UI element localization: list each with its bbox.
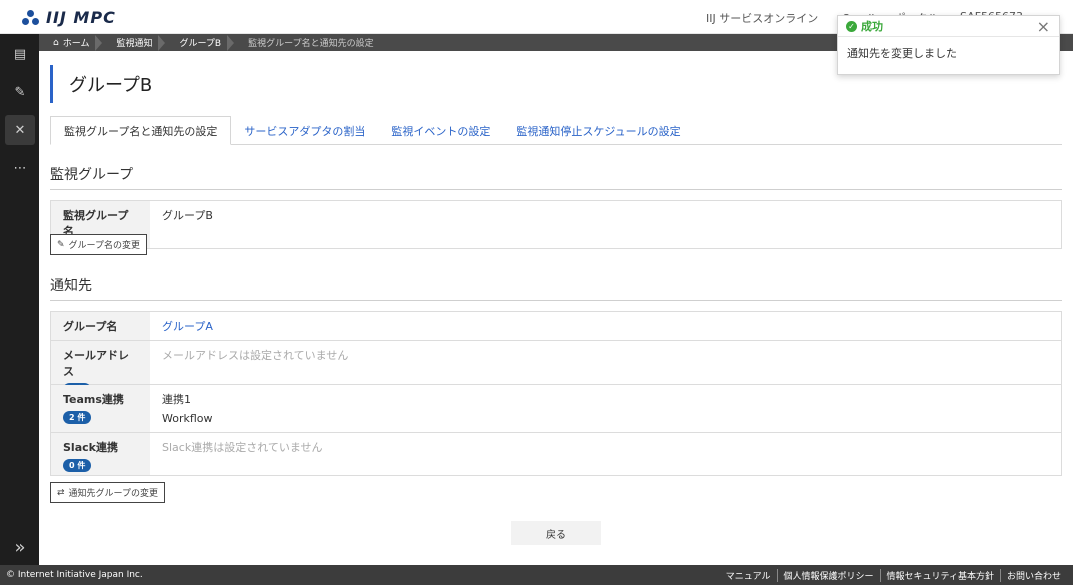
sidebar-tools-button[interactable]: ✕ bbox=[5, 115, 35, 145]
row-label: Slack連携 0 件 bbox=[51, 433, 150, 475]
logo-icon bbox=[22, 9, 40, 26]
teams-item: 連携1 bbox=[162, 393, 191, 406]
row-value: メールアドレスは設定されていません bbox=[162, 349, 349, 362]
back-button[interactable]: 戻る bbox=[511, 521, 601, 545]
row-label: メールアドレス 0 件 bbox=[51, 341, 150, 396]
tab-group-name-notify[interactable]: 監視グループ名と通知先の設定 bbox=[50, 116, 232, 145]
sidebar-more-button[interactable]: ⋯ bbox=[5, 153, 35, 183]
success-toast: ✓ 成功 × 通知先を変更しました bbox=[837, 15, 1060, 75]
count-badge: 0 件 bbox=[63, 459, 92, 472]
row-value: Slack連携は設定されていません bbox=[162, 441, 323, 454]
row-value: グループB bbox=[162, 209, 213, 222]
edit-icon: ✎ bbox=[14, 84, 26, 100]
server-icon: ▤ bbox=[13, 46, 27, 62]
copyright: © Internet Initiative Japan Inc. bbox=[6, 570, 143, 580]
service-online-link[interactable]: IIJ サービスオンライン bbox=[706, 10, 818, 26]
section-notify: 通知先 bbox=[50, 275, 1062, 301]
toast-title: 成功 bbox=[861, 20, 883, 33]
page-title: グループB bbox=[50, 65, 152, 103]
footer: © Internet Initiative Japan Inc. マニュアル 個… bbox=[0, 565, 1073, 585]
expand-icon: » bbox=[14, 536, 26, 558]
breadcrumb-separator bbox=[227, 34, 235, 51]
logo[interactable]: IIJ MPC bbox=[22, 8, 116, 27]
sidebar: ▤ ✎ ✕ ⋯ » bbox=[0, 34, 39, 565]
home-icon: ⌂ bbox=[53, 37, 59, 48]
footer-link-security[interactable]: 情報セキュリティ基本方針 bbox=[879, 568, 1000, 582]
swap-icon: ⇄ bbox=[57, 487, 65, 498]
footer-links: マニュアル 個人情報保護ポリシー 情報セキュリティ基本方針 お問い合わせ bbox=[720, 568, 1073, 582]
row-value: 連携1 Workflow bbox=[150, 385, 1061, 432]
teams-item: Workflow bbox=[162, 412, 213, 425]
footer-link-privacy[interactable]: 個人情報保護ポリシー bbox=[776, 568, 880, 582]
change-notify-group-button[interactable]: ⇄ 通知先グループの変更 bbox=[50, 482, 166, 503]
breadcrumb-separator bbox=[95, 34, 103, 51]
breadcrumb-group[interactable]: グループB bbox=[165, 34, 227, 51]
rename-group-button[interactable]: ✎ グループ名の変更 bbox=[50, 234, 148, 255]
footer-link-contact[interactable]: お問い合わせ bbox=[999, 568, 1067, 582]
row-label: Teams連携 2 件 bbox=[51, 385, 150, 432]
tab-bar: 監視グループ名と通知先の設定 サービスアダプタの割当 監視イベントの設定 監視通… bbox=[50, 116, 1062, 145]
sidebar-server-button[interactable]: ▤ bbox=[5, 39, 35, 69]
table-row: グループ名 グループA bbox=[51, 312, 1061, 341]
monitor-group-table: 監視グループ名 グループB bbox=[50, 200, 1062, 249]
notify-table: グループ名 グループA メールアドレス 0 件 メールアドレスは設定されていませ… bbox=[50, 311, 1062, 476]
table-row: Teams連携 2 件 連携1 Workflow bbox=[51, 385, 1061, 433]
count-badge: 2 件 bbox=[63, 411, 92, 424]
table-row: 監視グループ名 グループB bbox=[51, 201, 1061, 248]
edit-icon: ✎ bbox=[57, 239, 65, 250]
tab-stop-schedule[interactable]: 監視通知停止スケジュールの設定 bbox=[503, 116, 693, 145]
tools-icon: ✕ bbox=[14, 122, 26, 138]
logo-text: IIJ MPC bbox=[46, 8, 116, 27]
breadcrumb-monitor-notify[interactable]: 監視通知 bbox=[102, 34, 158, 51]
tab-service-adapter[interactable]: サービスアダプタの割当 bbox=[231, 116, 378, 145]
breadcrumb-current: 監視グループ名と通知先の設定 bbox=[248, 39, 374, 49]
notify-group-link[interactable]: グループA bbox=[150, 312, 1061, 340]
more-icon: ⋯ bbox=[13, 160, 27, 176]
toast-header: ✓ 成功 bbox=[838, 16, 1059, 37]
sidebar-edit-button[interactable]: ✎ bbox=[5, 77, 35, 107]
section-monitor-group: 監視グループ bbox=[50, 164, 1062, 190]
breadcrumb-home[interactable]: ⌂ ホーム bbox=[39, 34, 95, 51]
tab-monitor-event[interactable]: 監視イベントの設定 bbox=[378, 116, 503, 145]
close-icon[interactable]: × bbox=[1037, 17, 1050, 36]
row-label: グループ名 bbox=[51, 312, 150, 340]
check-circle-icon: ✓ bbox=[846, 20, 857, 32]
main-content: グループB 監視グループ名と通知先の設定 サービスアダプタの割当 監視イベントの… bbox=[39, 51, 1073, 565]
toast-message: 通知先を変更しました bbox=[847, 47, 957, 60]
footer-link-manual[interactable]: マニュアル bbox=[720, 569, 777, 582]
breadcrumb-separator bbox=[158, 34, 166, 51]
table-row: Slack連携 0 件 Slack連携は設定されていません bbox=[51, 433, 1061, 475]
sidebar-expand-button[interactable]: » bbox=[5, 532, 35, 562]
table-row: メールアドレス 0 件 メールアドレスは設定されていません bbox=[51, 341, 1061, 396]
